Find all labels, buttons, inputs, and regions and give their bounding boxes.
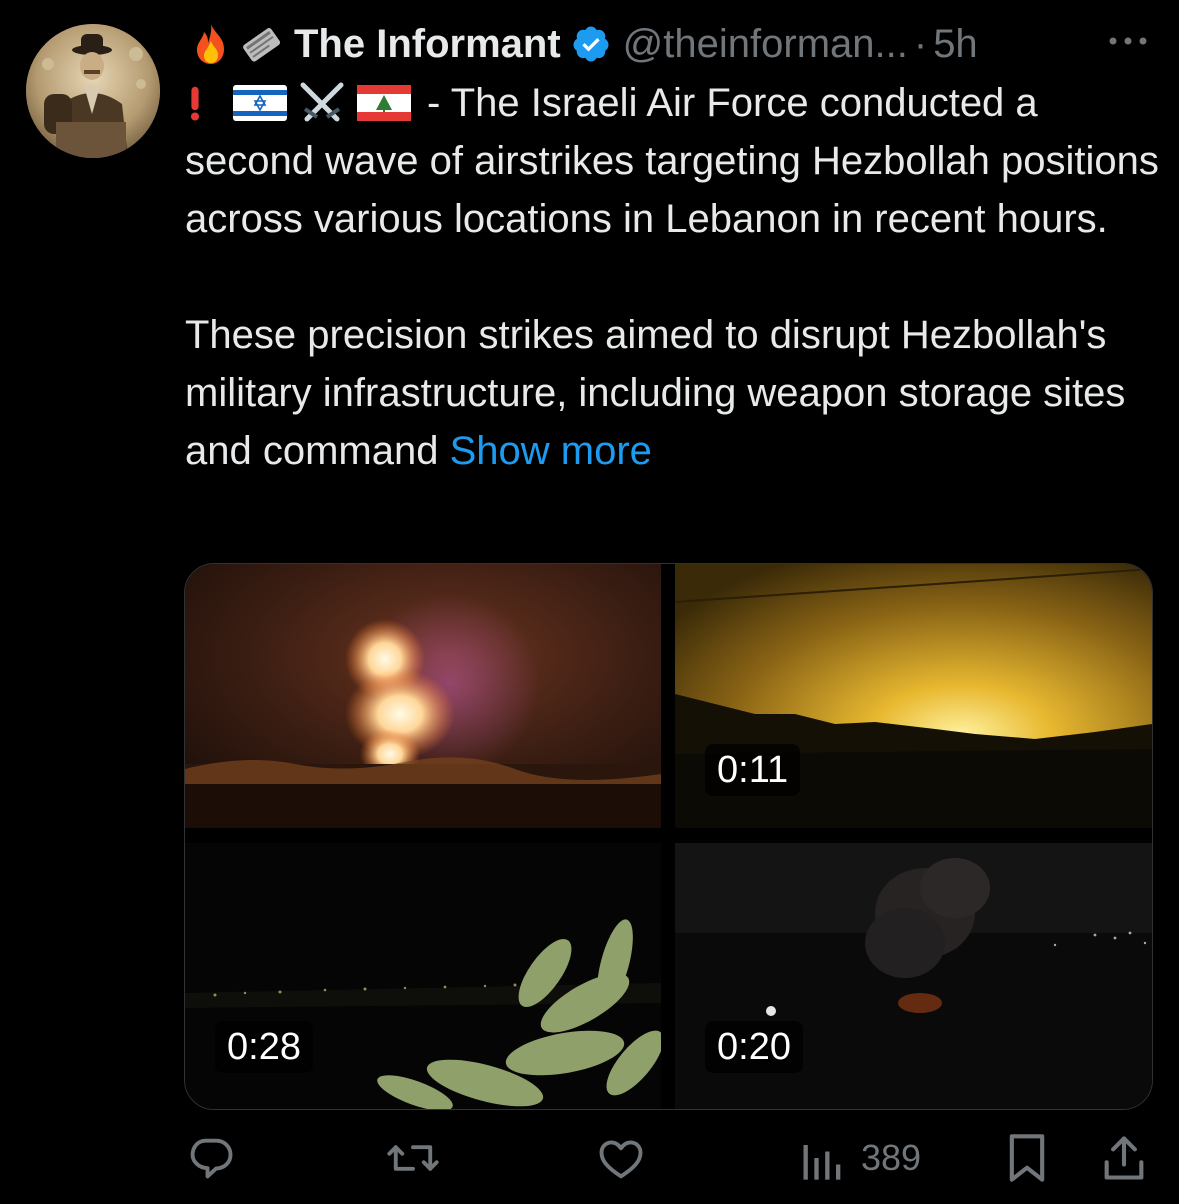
bookmark-icon bbox=[1009, 1134, 1045, 1182]
tweet-paragraph-2-text: These precision strikes aimed to disrupt… bbox=[185, 313, 1126, 473]
tweet[interactable]: The Informant @theinforman... · 5h - The… bbox=[0, 0, 1179, 1204]
explosion-photo bbox=[185, 564, 661, 828]
more-options-icon[interactable] bbox=[1103, 26, 1153, 56]
tweet-header: The Informant @theinforman... · 5h bbox=[188, 14, 978, 74]
heart-icon bbox=[599, 1140, 643, 1179]
avatar[interactable] bbox=[26, 24, 160, 158]
bookmark-button[interactable] bbox=[1005, 1128, 1049, 1188]
views-button[interactable]: 389 bbox=[801, 1128, 921, 1188]
timestamp[interactable]: 5h bbox=[933, 22, 978, 67]
tweet-paragraph-1: second wave of airstrikes targeting Hezb… bbox=[185, 139, 1159, 241]
like-button[interactable] bbox=[595, 1128, 647, 1188]
share-button[interactable] bbox=[1100, 1128, 1148, 1188]
views-count: 389 bbox=[861, 1137, 922, 1178]
tweet-text-line1-text: - The Israeli Air Force conducted a bbox=[427, 81, 1038, 125]
newspaper-emoji-icon bbox=[243, 28, 281, 62]
tweet-text-line1: - The Israeli Air Force conducted a bbox=[185, 74, 1160, 132]
show-more-link[interactable]: Show more bbox=[450, 429, 652, 473]
analytics-icon bbox=[803, 1145, 841, 1180]
verified-badge-icon[interactable] bbox=[571, 24, 611, 64]
exclamation-emoji-icon bbox=[190, 86, 200, 121]
video-duration: 0:28 bbox=[215, 1021, 313, 1073]
video-duration: 0:20 bbox=[705, 1021, 803, 1073]
reply-icon bbox=[190, 1138, 233, 1179]
israel-flag-icon bbox=[233, 85, 287, 121]
display-name[interactable]: The Informant bbox=[294, 22, 561, 67]
share-icon bbox=[1104, 1136, 1144, 1180]
media-item-1[interactable] bbox=[185, 564, 661, 828]
action-bar: 389 bbox=[185, 1128, 1151, 1188]
handle[interactable]: @theinforman... bbox=[623, 22, 908, 67]
media-item-3[interactable]: 0:28 bbox=[185, 843, 661, 1109]
media-item-4[interactable]: 0:20 bbox=[675, 843, 1152, 1109]
tweet-text: - The Israeli Air Force conducted a seco… bbox=[185, 74, 1160, 480]
fire-emoji-icon bbox=[197, 24, 224, 64]
lebanon-flag-icon bbox=[357, 85, 411, 121]
reply-button[interactable] bbox=[185, 1128, 237, 1188]
tweet-paragraph-2: These precision strikes aimed to disrupt… bbox=[185, 306, 1160, 480]
separator-dot: · bbox=[913, 21, 928, 66]
media-grid: 0:11 0:28 0:20 bbox=[184, 563, 1153, 1110]
repost-icon bbox=[387, 1145, 439, 1171]
avatar-photo bbox=[26, 24, 160, 158]
media-item-2[interactable]: 0:11 bbox=[675, 564, 1152, 828]
crossed-swords-icon bbox=[300, 82, 344, 122]
video-duration: 0:11 bbox=[705, 744, 801, 796]
repost-button[interactable] bbox=[385, 1128, 441, 1188]
